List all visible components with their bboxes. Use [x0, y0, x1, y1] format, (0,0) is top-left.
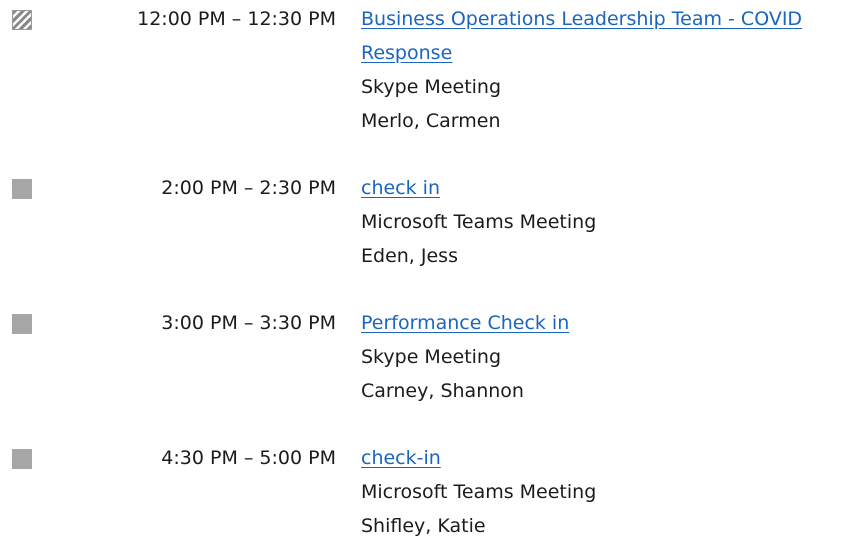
event-organizer: Merlo, Carmen — [361, 110, 501, 132]
event-details: Performance Check in Skype Meeting Carne… — [361, 306, 861, 408]
event-location: Microsoft Teams Meeting — [361, 481, 597, 503]
event-location: Skype Meeting — [361, 346, 502, 368]
event-organizer: Carney, Shannon — [361, 380, 524, 402]
event-time: 2:00 PM – 2:30 PM — [161, 177, 336, 199]
event-organizer: Eden, Jess — [361, 245, 458, 267]
event-subject-link-continued[interactable]: Response — [361, 36, 861, 70]
busy-status-icon — [12, 314, 32, 334]
event-details: Business Operations Leadership Team - CO… — [361, 2, 861, 138]
busy-status-icon — [12, 449, 32, 469]
event-time: 4:30 PM – 5:00 PM — [161, 447, 336, 469]
event-details: check-in Microsoft Teams Meeting Shifley… — [361, 441, 861, 543]
event-subject-link[interactable]: check in — [361, 171, 861, 205]
event-location: Skype Meeting — [361, 76, 502, 98]
event-subject-link[interactable]: check-in — [361, 441, 861, 475]
event-time: 12:00 PM – 12:30 PM — [137, 8, 336, 30]
event-subject-link[interactable]: Performance Check in — [361, 306, 861, 340]
tentative-status-icon — [12, 10, 32, 30]
event-time: 3:00 PM – 3:30 PM — [161, 312, 336, 334]
agenda-list: 12:00 PM – 12:30 PM Business Operations … — [0, 0, 864, 544]
event-details: check in Microsoft Teams Meeting Eden, J… — [361, 171, 861, 273]
event-subject-link[interactable]: Business Operations Leadership Team - CO… — [361, 2, 861, 36]
event-location: Microsoft Teams Meeting — [361, 211, 597, 233]
event-organizer: Shifley, Katie — [361, 515, 486, 537]
busy-status-icon — [12, 179, 32, 199]
